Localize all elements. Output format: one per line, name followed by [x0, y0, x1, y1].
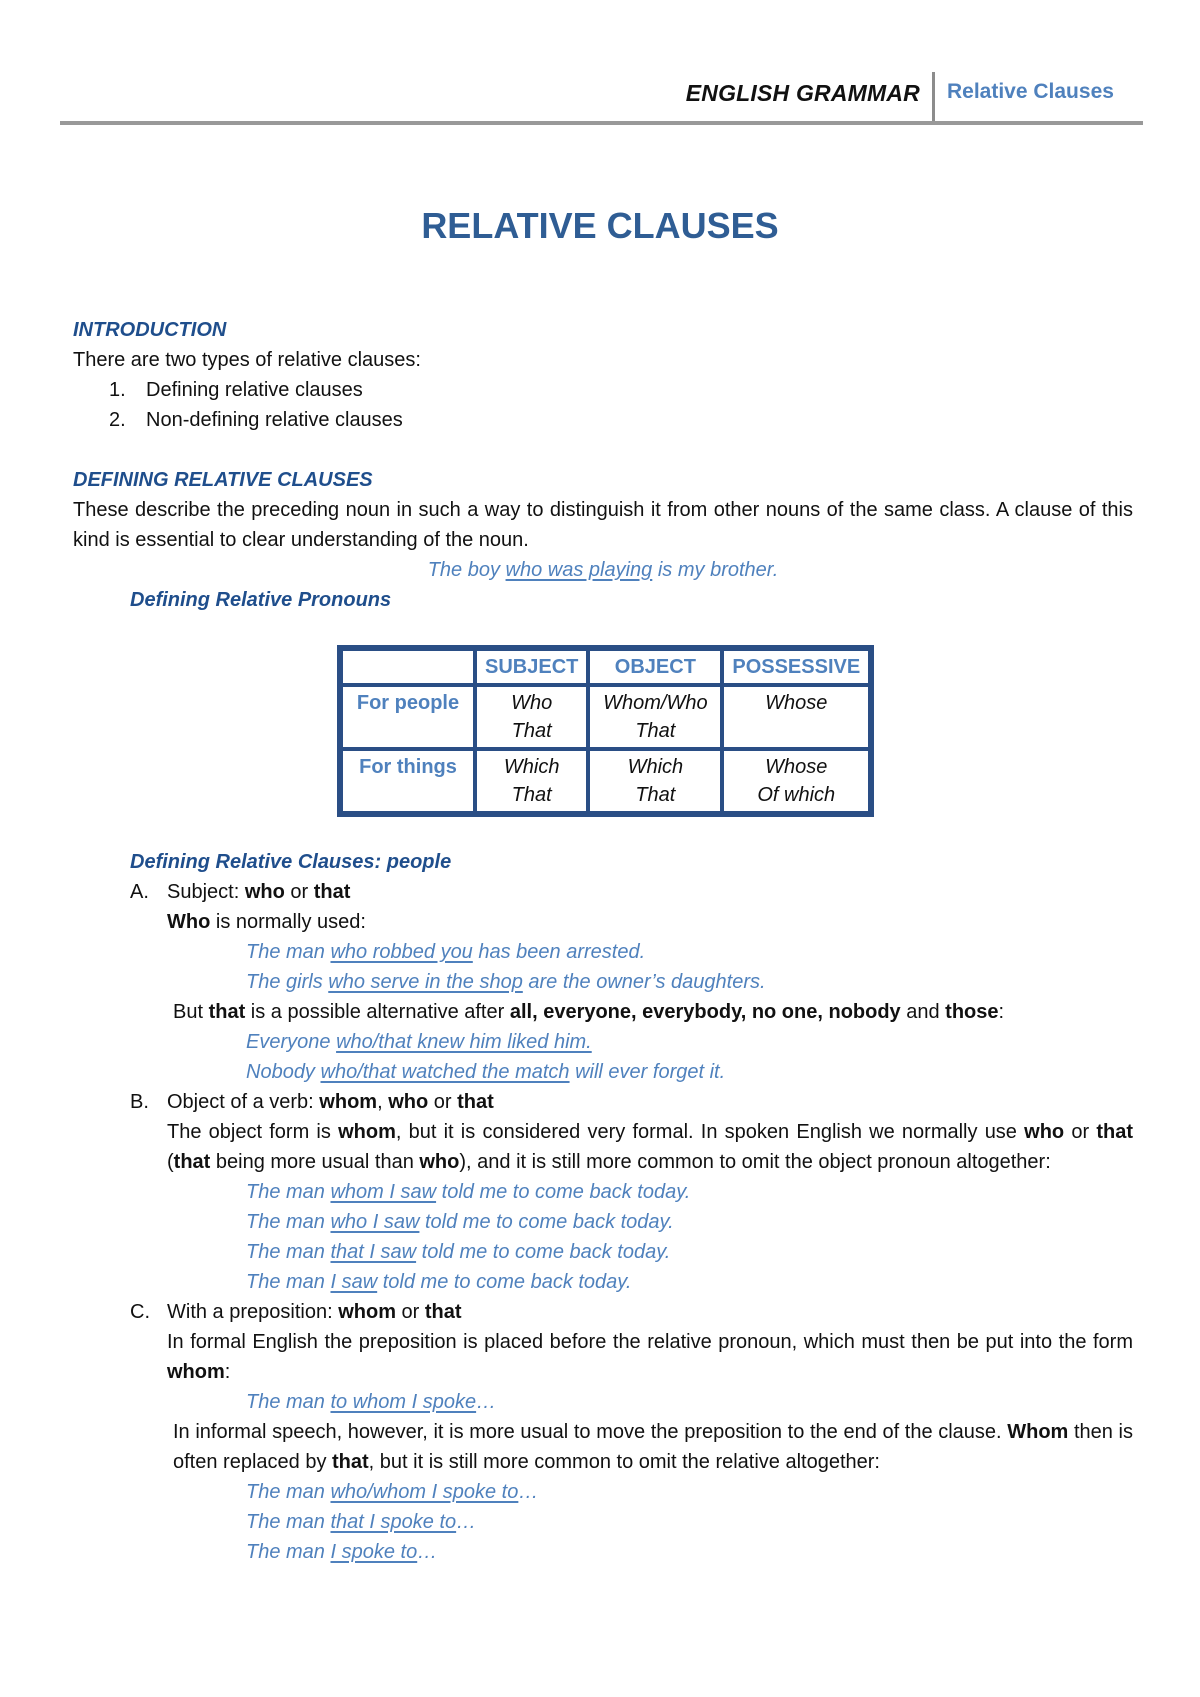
section-b-description: The object form is whom, but it is consi…	[167, 1121, 1133, 1173]
list-text: Defining relative clauses	[146, 379, 363, 401]
example-sentence: The girls who serve in the shop are the …	[246, 971, 766, 993]
table-cell: Whose	[722, 685, 871, 749]
section-a-note: Who is normally used:	[167, 911, 366, 933]
list-item: 2. Non-defining relative clauses	[73, 405, 1133, 435]
table-cell: Whose Of which	[722, 749, 871, 813]
list-item: 1. Defining relative clauses	[73, 375, 1133, 405]
list-number: 2.	[109, 409, 126, 431]
clause-types-list: 1. Defining relative clauses 2. Non-defini…	[73, 375, 1133, 435]
section-c-description: In formal English the preposition is pla…	[167, 1331, 1133, 1383]
pronouns-heading: Defining Relative Pronouns	[130, 589, 392, 611]
table-header-cell: POSSESSIVE	[722, 649, 871, 685]
row-label: For things	[341, 749, 475, 813]
example-sentence: The man that I spoke to…	[246, 1511, 477, 1533]
example-sentence: Everyone who/that knew him liked him.	[246, 1031, 592, 1053]
example-sentence: The man I spoke to…	[246, 1541, 438, 1563]
defining-description: These describe the preceding noun in suc…	[73, 499, 1133, 551]
table-cell: Who That	[475, 685, 589, 749]
header-rule	[60, 121, 1143, 125]
example-sentence: The man who/whom I spoke to…	[246, 1481, 539, 1503]
table-row: For things Which That Which That Whose Of w…	[341, 749, 871, 813]
example-sentence: The man who I saw told me to come back t…	[246, 1211, 674, 1233]
defining-example: The boy who was playing is my brother.	[427, 559, 779, 581]
introduction-text: There are two types of relative clauses:	[73, 349, 421, 371]
table-header-cell	[341, 649, 475, 685]
table-cell: Which That	[475, 749, 589, 813]
example-sentence: Nobody who/that watched the match will e…	[246, 1061, 726, 1083]
list-text: Non-defining relative clauses	[146, 409, 403, 431]
section-c-informal: In informal speech, however, it is more …	[173, 1421, 1133, 1473]
pronouns-table-wrapper: SUBJECT OBJECT POSSESSIVE For people Who…	[337, 645, 1133, 817]
people-heading: Defining Relative Clauses: people	[130, 851, 452, 873]
document-body: INTRODUCTION There are two types of rela…	[73, 315, 1133, 1567]
defining-heading: DEFINING RELATIVE CLAUSES	[73, 469, 373, 491]
pronouns-table: SUBJECT OBJECT POSSESSIVE For people Who…	[337, 645, 875, 817]
table-header-cell: SUBJECT	[475, 649, 589, 685]
section-a-alternative: But that is a possible alternative after…	[173, 1001, 1005, 1023]
header-divider	[932, 72, 935, 122]
introduction-heading: INTRODUCTION	[73, 319, 227, 341]
table-header-row: SUBJECT OBJECT POSSESSIVE	[341, 649, 871, 685]
table-row: For people Who That Whom/Who That Whose	[341, 685, 871, 749]
row-label: For people	[341, 685, 475, 749]
example-sentence: The man to whom I spoke…	[246, 1391, 497, 1413]
header-topic-title: Relative Clauses	[947, 80, 1114, 103]
list-number: 1.	[109, 379, 126, 401]
example-sentence: The man that I saw told me to come back …	[246, 1241, 671, 1263]
example-sentence: The man I saw told me to come back today…	[246, 1271, 632, 1293]
example-sentence: The man who robbed you has been arrested…	[246, 941, 646, 963]
section-a-title: A. Subject: who or that	[130, 881, 351, 903]
example-sentence: The man whom I saw told me to come back …	[246, 1181, 691, 1203]
section-b-title: B. Object of a verb: whom, who or that	[130, 1091, 494, 1113]
header-subject-title: ENGLISH GRAMMAR	[685, 80, 920, 106]
section-c-title: C. With a preposition: whom or that	[130, 1301, 462, 1323]
page-title: RELATIVE CLAUSES	[421, 205, 779, 246]
table-cell: Which That	[588, 749, 723, 813]
table-cell: Whom/Who That	[588, 685, 723, 749]
table-header-cell: OBJECT	[588, 649, 723, 685]
